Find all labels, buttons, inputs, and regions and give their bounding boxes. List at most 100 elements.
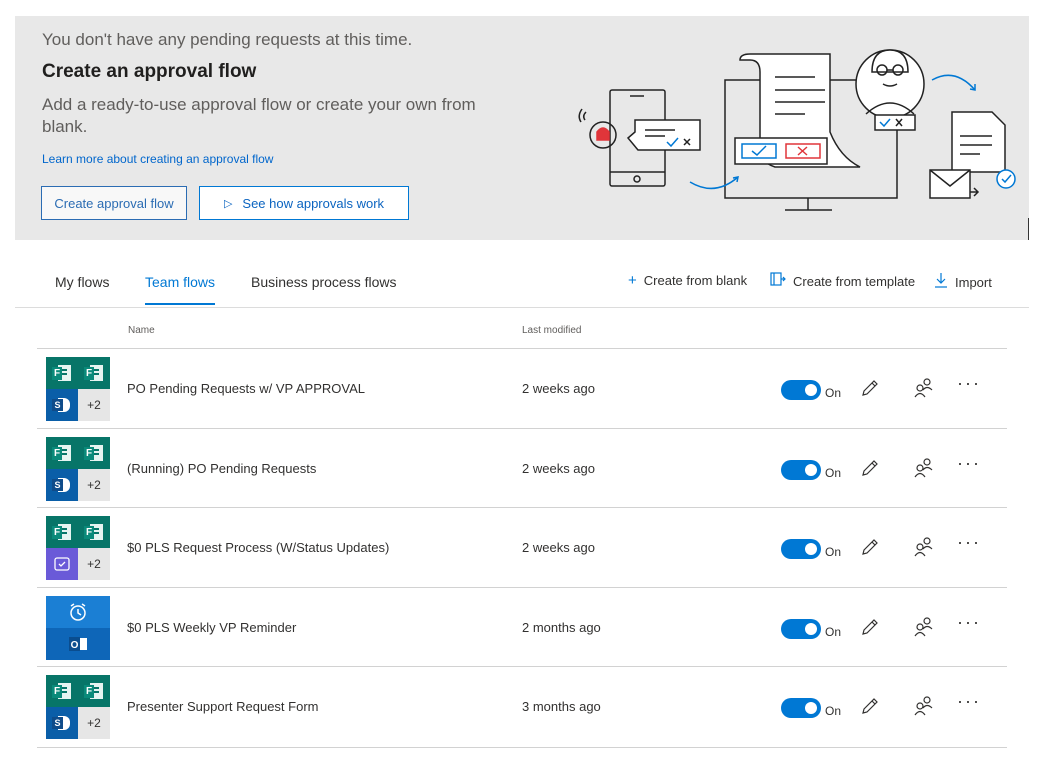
- import-button[interactable]: Import: [934, 272, 992, 292]
- more-options-icon[interactable]: ···: [957, 612, 981, 633]
- flow-name[interactable]: (Running) PO Pending Requests: [127, 461, 316, 476]
- flow-name[interactable]: Presenter Support Request Form: [127, 699, 318, 714]
- edit-pencil-icon[interactable]: [857, 375, 883, 401]
- sharepoint-icon: S: [46, 469, 78, 501]
- toggle-knob: [805, 464, 817, 476]
- table-row[interactable]: F F S +2 PO Pending Requests w/ VP APPROV…: [37, 348, 1007, 429]
- flows-tab-bar: My flows Team flows Business process flo…: [0, 268, 1056, 308]
- create-from-template-button[interactable]: Create from template: [770, 272, 915, 290]
- toggle-status-label: On: [825, 386, 842, 400]
- more-options-icon[interactable]: ···: [957, 453, 981, 474]
- import-label: Import: [955, 274, 992, 290]
- share-users-icon[interactable]: [911, 534, 937, 560]
- learn-more-link[interactable]: Learn more about creating an approval fl…: [42, 152, 273, 166]
- edit-pencil-icon[interactable]: [857, 693, 883, 719]
- play-icon: ▷: [223, 197, 233, 210]
- flow-status-toggle[interactable]: [781, 539, 821, 559]
- create-approval-flow-button[interactable]: Create approval flow: [41, 186, 187, 220]
- tab-team-flows[interactable]: Team flows: [145, 274, 215, 290]
- connector-icons: F F S +2: [46, 357, 110, 421]
- last-modified: 3 months ago: [522, 699, 601, 714]
- more-options-icon[interactable]: ···: [957, 532, 981, 553]
- more-connectors-count: +2: [78, 707, 110, 739]
- last-modified: 2 months ago: [522, 620, 601, 635]
- more-connectors-count: +2: [78, 469, 110, 501]
- plus-icon: +: [628, 272, 637, 289]
- last-modified: 2 weeks ago: [522, 461, 595, 476]
- toggle-knob: [805, 702, 817, 714]
- more-connectors-count: +2: [78, 548, 110, 580]
- create-from-blank-label: Create from blank: [643, 273, 748, 288]
- toggle-status-label: On: [825, 625, 842, 639]
- extra-count-text: +2: [87, 478, 101, 492]
- create-approval-flow-label: Create approval flow: [54, 195, 174, 211]
- active-tab-indicator: [145, 303, 215, 305]
- see-how-approvals-label: See how approvals work: [242, 195, 385, 211]
- flow-name[interactable]: $0 PLS Weekly VP Reminder: [127, 620, 296, 635]
- flow-status-toggle[interactable]: [781, 698, 821, 718]
- toggle-knob: [805, 623, 817, 635]
- tab-divider: [15, 307, 1029, 308]
- toggle-status-label: On: [825, 704, 842, 718]
- toggle-status-label: On: [825, 545, 842, 559]
- edit-pencil-icon[interactable]: [857, 614, 883, 640]
- share-users-icon[interactable]: [911, 693, 937, 719]
- extra-count-text: +2: [87, 398, 101, 412]
- flow-status-toggle[interactable]: [781, 619, 821, 639]
- approval-illustration: [578, 49, 1016, 211]
- create-from-blank-button[interactable]: + Create from blank: [628, 272, 747, 289]
- forms-icon: F: [78, 437, 110, 469]
- see-how-approvals-button[interactable]: ▷ See how approvals work: [199, 186, 409, 220]
- share-users-icon[interactable]: [911, 614, 937, 640]
- sharepoint-icon: S: [46, 707, 78, 739]
- share-users-icon[interactable]: [911, 455, 937, 481]
- svg-text:O: O: [71, 640, 79, 651]
- connector-icons: F F S +2: [46, 437, 110, 501]
- forms-icon: F: [78, 357, 110, 389]
- forms-icon: F: [46, 437, 78, 469]
- sharepoint-icon: S: [46, 389, 78, 421]
- table-row[interactable]: F F S +2 (Running) PO Pending Requests 2 …: [37, 428, 1007, 509]
- download-icon: [934, 272, 948, 292]
- template-icon: [770, 272, 786, 290]
- flow-status-toggle[interactable]: [781, 460, 821, 480]
- edit-pencil-icon[interactable]: [857, 534, 883, 560]
- toggle-knob: [805, 384, 817, 396]
- tab-business-process-flows[interactable]: Business process flows: [251, 274, 397, 290]
- approval-banner: You don't have any pending requests at t…: [15, 16, 1029, 240]
- forms-icon: F: [46, 516, 78, 548]
- more-options-icon[interactable]: ···: [957, 373, 981, 394]
- last-modified: 2 weeks ago: [522, 540, 595, 555]
- outlook-icon: O: [46, 628, 110, 660]
- column-header-last-modified[interactable]: Last modified: [522, 325, 581, 336]
- flow-status-toggle[interactable]: [781, 380, 821, 400]
- last-modified: 2 weeks ago: [522, 381, 595, 396]
- pending-requests-text: You don't have any pending requests at t…: [42, 30, 413, 49]
- column-header-name[interactable]: Name: [128, 325, 155, 336]
- table-row[interactable]: O $0 PLS Weekly VP Reminder 2 months ago…: [37, 587, 1007, 668]
- flow-name[interactable]: PO Pending Requests w/ VP APPROVAL: [127, 381, 365, 396]
- extra-count-text: +2: [87, 716, 101, 730]
- toggle-status-label: On: [825, 466, 842, 480]
- connector-icons: O: [46, 596, 110, 660]
- create-from-template-label: Create from template: [793, 273, 916, 289]
- share-users-icon[interactable]: [911, 375, 937, 401]
- forms-icon: F: [78, 675, 110, 707]
- banner-title: Create an approval flow: [42, 61, 257, 82]
- recurrence-icon: [46, 596, 110, 628]
- approvals-icon: [46, 548, 78, 580]
- connector-icons: F F +2: [46, 516, 110, 580]
- table-row[interactable]: F F S +2 Presenter Support Request Form 3…: [37, 666, 1007, 748]
- forms-icon: F: [78, 516, 110, 548]
- banner-description: Add a ready-to-use approval flow or crea…: [42, 95, 476, 136]
- connector-icons: F F S +2: [46, 675, 110, 739]
- tab-my-flows[interactable]: My flows: [55, 274, 109, 290]
- edit-pencil-icon[interactable]: [857, 455, 883, 481]
- more-connectors-count: +2: [78, 389, 110, 421]
- forms-icon: F: [46, 357, 78, 389]
- forms-icon: F: [46, 675, 78, 707]
- extra-count-text: +2: [87, 557, 101, 571]
- table-row[interactable]: F F +2 $0 PLS Request Process (W/Status …: [37, 507, 1007, 588]
- more-options-icon[interactable]: ···: [957, 691, 981, 712]
- flow-name[interactable]: $0 PLS Request Process (W/Status Updates…: [127, 540, 389, 555]
